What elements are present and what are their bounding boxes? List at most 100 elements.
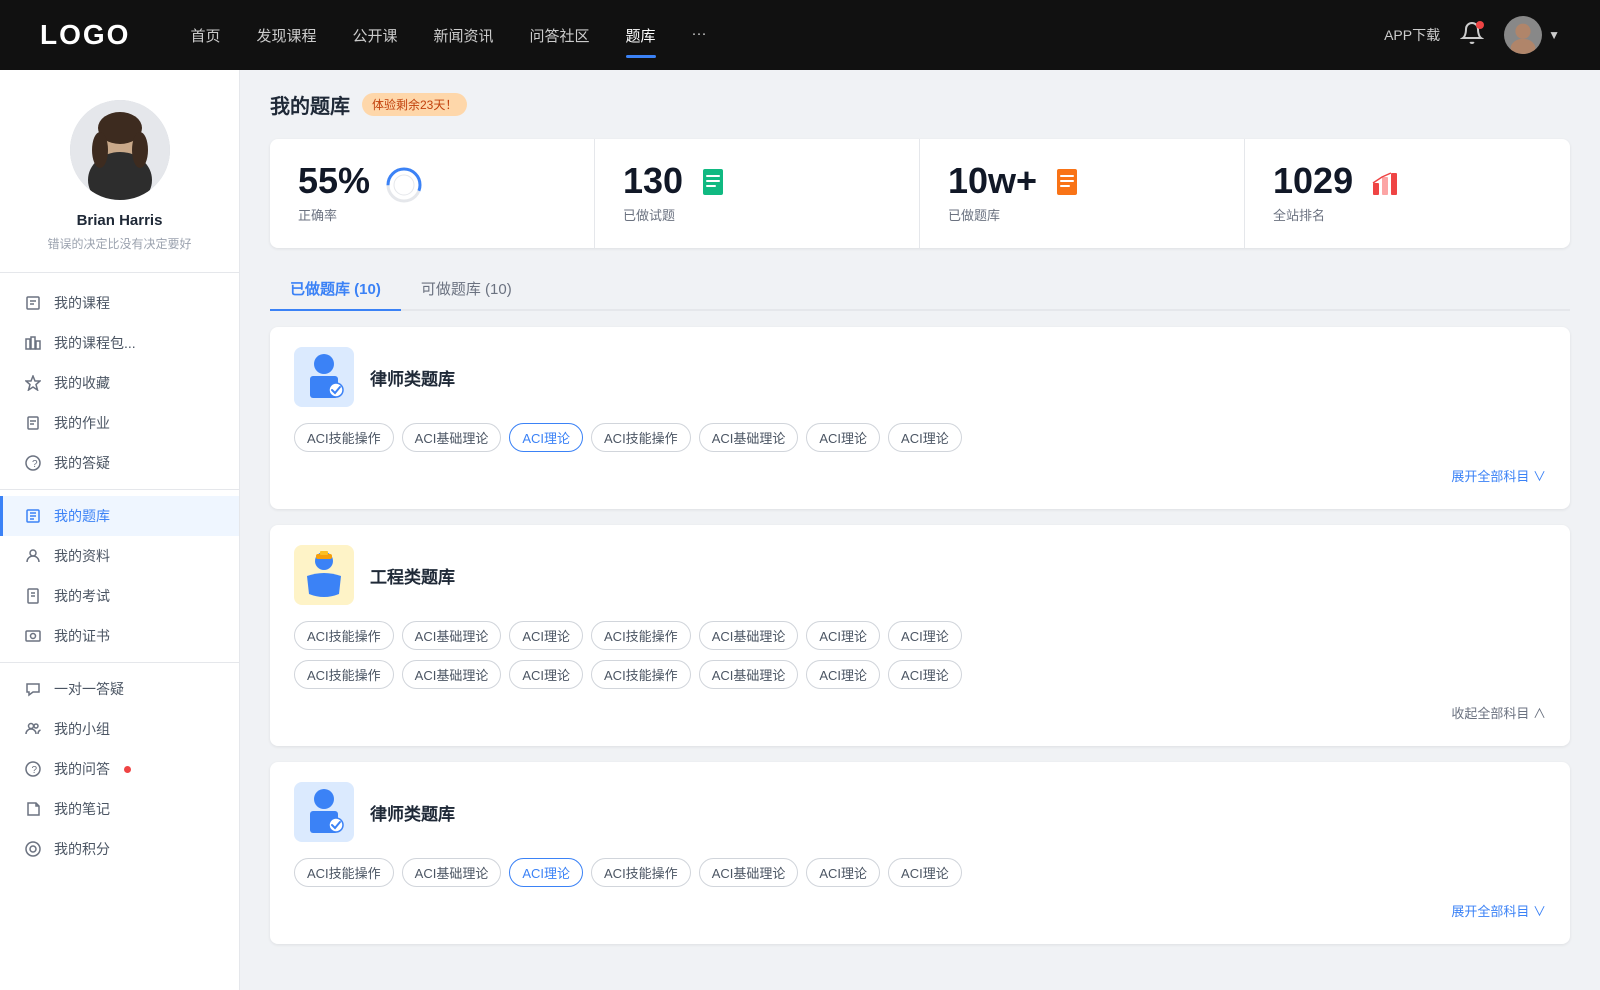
qbank-card-1-collapse[interactable]: 收起全部科目 ∧ <box>294 699 1546 726</box>
qbank-card-2-expand[interactable]: 展开全部科目 ∨ <box>294 897 1546 924</box>
sidebar-label-my-group: 我的小组 <box>54 719 110 739</box>
qbank-card-1-header: 工程类题库 <box>294 545 1546 605</box>
stat-done-questions: 130 已做试题 <box>595 139 920 248</box>
my-homework-icon <box>24 414 42 432</box>
tag-1-r2-4[interactable]: ACI基础理论 <box>699 660 799 689</box>
tag-1-r2-6[interactable]: ACI理论 <box>888 660 962 689</box>
nav-more[interactable]: ··· <box>692 21 707 50</box>
svg-text:?: ? <box>32 765 38 776</box>
sidebar-label-my-favorites: 我的收藏 <box>54 373 110 393</box>
tag-1-1[interactable]: ACI基础理论 <box>402 621 502 650</box>
nav-questions[interactable]: 题库 <box>626 21 656 50</box>
tag-0-6[interactable]: ACI理论 <box>888 423 962 452</box>
tag-0-2[interactable]: ACI理论 <box>509 423 583 452</box>
qbank-card-2-title: 律师类题库 <box>370 800 455 825</box>
my-qbank-icon <box>24 507 42 525</box>
sidebar-item-my-course-pkg[interactable]: 我的课程包... <box>0 323 239 363</box>
sidebar-label-my-homework: 我的作业 <box>54 413 110 433</box>
sidebar-item-my-group[interactable]: 我的小组 <box>0 709 239 749</box>
tag-2-6[interactable]: ACI理论 <box>888 858 962 887</box>
sidebar-label-my-notes: 我的笔记 <box>54 799 110 819</box>
tag-1-6[interactable]: ACI理论 <box>888 621 962 650</box>
tag-1-r2-3[interactable]: ACI技能操作 <box>591 660 691 689</box>
my-course-pkg-icon <box>24 334 42 352</box>
notification-button[interactable] <box>1460 21 1484 50</box>
sidebar-item-my-cert[interactable]: 我的证书 <box>0 616 239 656</box>
logo[interactable]: LOGO <box>40 19 130 51</box>
tag-0-1[interactable]: ACI基础理论 <box>402 423 502 452</box>
sidebar-item-my-exam[interactable]: 我的考试 <box>0 576 239 616</box>
tag-1-r2-1[interactable]: ACI基础理论 <box>402 660 502 689</box>
sidebar-item-my-course[interactable]: 我的课程 <box>0 283 239 323</box>
tag-2-1[interactable]: ACI基础理论 <box>402 858 502 887</box>
qbank-card-2-tags: ACI技能操作 ACI基础理论 ACI理论 ACI技能操作 ACI基础理论 AC… <box>294 858 1546 887</box>
my-notes-icon <box>24 800 42 818</box>
tag-1-r2-2[interactable]: ACI理论 <box>509 660 583 689</box>
sidebar-item-my-questions[interactable]: ? 我的答疑 <box>0 443 239 483</box>
tag-1-0[interactable]: ACI技能操作 <box>294 621 394 650</box>
stat-done-banks: 10w+ 已做题库 <box>920 139 1245 248</box>
my-exam-icon <box>24 587 42 605</box>
stat-done-banks-label: 已做题库 <box>948 205 1037 224</box>
my-qa-icon: ? <box>24 760 42 778</box>
sidebar-menu: 我的课程 我的课程包... 我的收藏 我的作业 <box>0 273 239 879</box>
avatar <box>1504 16 1542 54</box>
sidebar-item-one-on-one[interactable]: 一对一答疑 <box>0 669 239 709</box>
tag-1-r2-0[interactable]: ACI技能操作 <box>294 660 394 689</box>
my-group-icon <box>24 720 42 738</box>
tag-1-3[interactable]: ACI技能操作 <box>591 621 691 650</box>
sidebar-item-my-qbank[interactable]: 我的题库 <box>0 496 239 536</box>
ranking-icon-wrap <box>1369 167 1401 199</box>
tag-2-0[interactable]: ACI技能操作 <box>294 858 394 887</box>
sidebar-label-one-on-one: 一对一答疑 <box>54 679 124 699</box>
qa-red-dot <box>124 766 131 773</box>
tab-done-banks[interactable]: 已做题库 (10) <box>270 268 401 311</box>
profile-name: Brian Harris <box>77 212 163 229</box>
tag-0-0[interactable]: ACI技能操作 <box>294 423 394 452</box>
tag-1-4[interactable]: ACI基础理论 <box>699 621 799 650</box>
nav-open-course[interactable]: 公开课 <box>352 21 397 50</box>
sidebar-label-my-course: 我的课程 <box>54 293 110 313</box>
tag-0-3[interactable]: ACI技能操作 <box>591 423 691 452</box>
sidebar-item-my-profile[interactable]: 我的资料 <box>0 536 239 576</box>
nav-news[interactable]: 新闻资讯 <box>434 21 494 50</box>
my-favorites-icon <box>24 374 42 392</box>
qbank-card-2-avatar <box>294 782 354 842</box>
stat-ranking-label: 全站排名 <box>1273 205 1353 224</box>
sidebar-item-my-homework[interactable]: 我的作业 <box>0 403 239 443</box>
sidebar-item-my-qa[interactable]: ? 我的问答 <box>0 749 239 789</box>
done-questions-icon-wrap <box>699 167 731 199</box>
tab-available-banks[interactable]: 可做题库 (10) <box>401 268 532 311</box>
sidebar-item-my-favorites[interactable]: 我的收藏 <box>0 363 239 403</box>
user-avatar-button[interactable]: ▼ <box>1504 16 1560 54</box>
my-questions-icon: ? <box>24 454 42 472</box>
qbank-card-1-avatar <box>294 545 354 605</box>
tag-2-3[interactable]: ACI技能操作 <box>591 858 691 887</box>
qbank-card-0-expand[interactable]: 展开全部科目 ∨ <box>294 462 1546 489</box>
doc-orange-icon <box>1053 167 1085 199</box>
tag-2-5[interactable]: ACI理论 <box>806 858 880 887</box>
tag-0-4[interactable]: ACI基础理论 <box>699 423 799 452</box>
header-right: APP下载 ▼ <box>1384 16 1560 54</box>
nav-home[interactable]: 首页 <box>190 21 220 50</box>
sidebar: Brian Harris 错误的决定比没有决定要好 我的课程 我的课程包... <box>0 70 240 990</box>
my-cert-icon <box>24 627 42 645</box>
stat-done-questions-label: 已做试题 <box>623 205 683 224</box>
sidebar-item-my-points[interactable]: 我的积分 <box>0 829 239 869</box>
tag-2-4[interactable]: ACI基础理论 <box>699 858 799 887</box>
qbank-card-2-header: 律师类题库 <box>294 782 1546 842</box>
tag-1-r2-5[interactable]: ACI理论 <box>806 660 880 689</box>
sidebar-item-my-notes[interactable]: 我的笔记 <box>0 789 239 829</box>
sidebar-label-my-course-pkg: 我的课程包... <box>54 333 136 353</box>
tag-1-2[interactable]: ACI理论 <box>509 621 583 650</box>
nav-qa[interactable]: 问答社区 <box>530 21 590 50</box>
page-title: 我的题库 <box>270 90 350 119</box>
svg-text:?: ? <box>32 459 38 470</box>
profile-section: Brian Harris 错误的决定比没有决定要好 <box>0 70 239 273</box>
tag-0-5[interactable]: ACI理论 <box>806 423 880 452</box>
tag-1-5[interactable]: ACI理论 <box>806 621 880 650</box>
app-download-button[interactable]: APP下载 <box>1384 25 1440 45</box>
qbank-card-1-tags-row2: ACI技能操作 ACI基础理论 ACI理论 ACI技能操作 ACI基础理论 AC… <box>294 660 1546 689</box>
nav-discover[interactable]: 发现课程 <box>256 21 316 50</box>
tag-2-2[interactable]: ACI理论 <box>509 858 583 887</box>
